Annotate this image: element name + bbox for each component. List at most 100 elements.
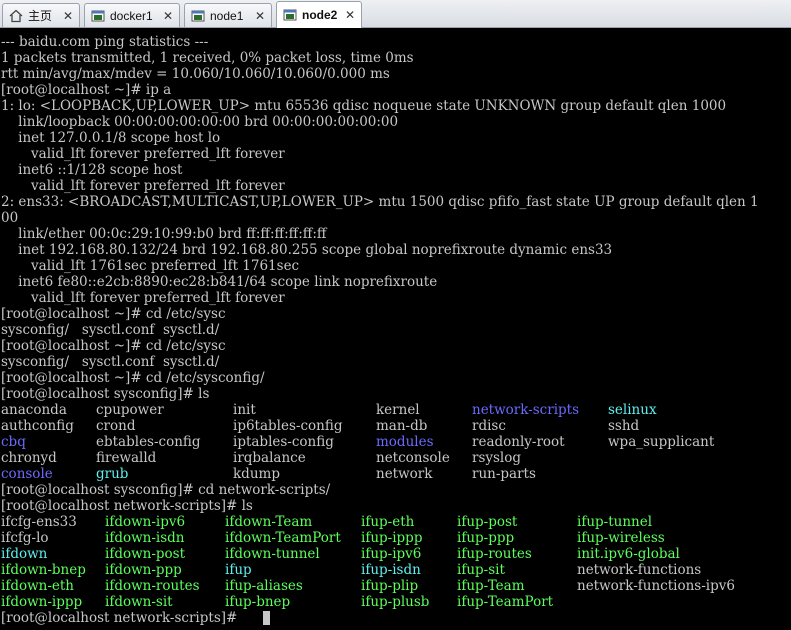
- ls-entry: ifup-ppp: [457, 530, 515, 546]
- close-icon[interactable]: ✕: [161, 9, 175, 23]
- ls-entry: ifcfg-ens33: [1, 514, 77, 530]
- terminal-line: [root@localhost sysconfig]# ls: [1, 386, 210, 402]
- terminal-line: valid_lft forever preferred_lft forever: [1, 178, 285, 194]
- tab-label: docker1: [110, 8, 153, 23]
- ls-entry: ifup-routes: [457, 546, 532, 562]
- ls-entry: ifcfg-lo: [1, 530, 49, 546]
- terminal-line: sysconfig/ sysctl.conf sysctl.d/: [1, 354, 220, 370]
- tab-node2[interactable]: node2 ✕: [276, 1, 362, 28]
- home-icon: [9, 9, 23, 22]
- ls-entry: crond: [96, 418, 136, 434]
- ls-entry: kernel: [376, 402, 420, 418]
- ls-entry: ifdown-tunnel: [225, 546, 320, 562]
- terminal-line: inet6 ::1/128 scope host: [1, 162, 183, 178]
- terminal-line: valid_lft forever preferred_lft forever: [1, 290, 285, 306]
- ls-entry: modules: [376, 434, 434, 450]
- terminal-line: [root@localhost ~]# ip a: [1, 82, 172, 98]
- tab-bar: 主页 ✕ docker1 ✕ node1 ✕ node2 ✕: [0, 0, 791, 28]
- text-cursor: [263, 611, 270, 625]
- ls-entry: ifdown-eth: [1, 578, 75, 594]
- ls-entry: irqbalance: [233, 450, 306, 466]
- close-icon[interactable]: ✕: [343, 8, 357, 22]
- terminal-output[interactable]: --- baidu.com ping statistics --- 1 packe…: [0, 28, 791, 630]
- ls-entry: wpa_supplicant: [608, 434, 715, 450]
- ls-entry: ifdown-ippp: [1, 594, 83, 610]
- ls-entry: ifdown-TeamPort: [225, 530, 341, 546]
- terminal-line: --- baidu.com ping statistics ---: [1, 34, 209, 50]
- terminal-line: [root@localhost sysconfig]# cd network-s…: [1, 482, 331, 498]
- ls-entry: ifup-eth: [361, 514, 415, 530]
- ls-entry: cbq: [1, 434, 26, 450]
- ls-entry: ifup-aliases: [225, 578, 303, 594]
- close-icon[interactable]: ✕: [61, 9, 75, 23]
- ls-entry: man-db: [376, 418, 428, 434]
- ls-entry: ifup-sit: [457, 562, 505, 578]
- ls-entry: ifup-wireless: [577, 530, 665, 546]
- terminal-icon: [91, 10, 105, 21]
- tab-docker1[interactable]: docker1 ✕: [84, 3, 180, 27]
- terminal-line: 1: lo: <LOOPBACK,UP,LOWER_UP> mtu 65536 …: [1, 98, 727, 114]
- terminal-line: [root@localhost network-scripts]# ls: [1, 498, 253, 514]
- ls-entry: readonly-root: [472, 434, 565, 450]
- ls-entry: ifdown: [1, 546, 48, 562]
- ls-entry: init: [233, 402, 256, 418]
- terminal-line: link/loopback 00:00:00:00:00:00 brd 00:0…: [1, 114, 399, 130]
- terminal-line: [root@localhost ~]# cd /etc/sysc: [1, 338, 226, 354]
- ls-entry: ip6tables-config: [233, 418, 343, 434]
- ls-entry: chronyd: [1, 450, 57, 466]
- ls-entry: anaconda: [1, 402, 67, 418]
- ls-entry: selinux: [608, 402, 657, 418]
- ls-entry: iptables-config: [233, 434, 334, 450]
- ls-entry: ebtables-config: [96, 434, 201, 450]
- ls-entry: ifup-ipv6: [361, 546, 422, 562]
- ls-entry: rdisc: [472, 418, 506, 434]
- ls-entry: ifup-tunnel: [577, 514, 653, 530]
- ls-entry: authconfig: [1, 418, 74, 434]
- ls-entry: console: [1, 466, 53, 482]
- ls-entry: network: [376, 466, 433, 482]
- terminal-icon: [191, 10, 205, 21]
- terminal-line: 2: ens33: <BROADCAST,MULTICAST,UP,LOWER_…: [1, 194, 759, 210]
- ls-entry: ifdown-ppp: [105, 562, 182, 578]
- terminal-line: sysconfig/ sysctl.conf sysctl.d/: [1, 322, 220, 338]
- ls-entry: network-functions-ipv6: [577, 578, 735, 594]
- ls-entry: ifdown-sit: [105, 594, 173, 610]
- tab-label: 主页: [28, 9, 53, 23]
- ls-entry: ifup-Team: [457, 578, 525, 594]
- ls-entry: ifup-plusb: [361, 594, 430, 610]
- ls-entry: run-parts: [472, 466, 536, 482]
- terminal-line: 00: [1, 210, 19, 226]
- ls-entry: cpupower: [96, 402, 164, 418]
- tab-home[interactable]: 主页 ✕: [2, 3, 80, 27]
- ls-entry: ifup-isdn: [361, 562, 421, 578]
- ls-entry: init.ipv6-global: [577, 546, 680, 562]
- ls-entry: kdump: [233, 466, 280, 482]
- ls-entry: ifup-bnep: [225, 594, 291, 610]
- ls-entry: grub: [96, 466, 129, 482]
- ls-entry: ifup: [225, 562, 252, 578]
- ls-entry: ifdown-ipv6: [105, 514, 186, 530]
- tab-node1[interactable]: node1 ✕: [184, 3, 272, 27]
- ls-entry: ifdown-bnep: [1, 562, 86, 578]
- close-icon[interactable]: ✕: [253, 9, 267, 23]
- terminal-line: valid_lft forever preferred_lft forever: [1, 146, 285, 162]
- terminal-line: 1 packets transmitted, 1 received, 0% pa…: [1, 50, 414, 66]
- ls-entry: netconsole: [376, 450, 450, 466]
- ls-entry: network-scripts: [472, 402, 580, 418]
- terminal-line: link/ether 00:0c:29:10:99:b0 brd ff:ff:f…: [1, 226, 327, 242]
- ls-entry: firewalld: [96, 450, 157, 466]
- ls-entry: ifdown-isdn: [105, 530, 185, 546]
- tab-label: node2: [302, 8, 338, 22]
- ls-entry: ifdown-routes: [105, 578, 200, 594]
- terminal-line: valid_lft 1761sec preferred_lft 1761sec: [1, 258, 300, 274]
- terminal-line: inet 127.0.0.1/8 scope host lo: [1, 130, 221, 146]
- ls-entry: ifup-ippp: [361, 530, 423, 546]
- terminal-line: [root@localhost ~]# cd /etc/sysconfig/: [1, 370, 265, 386]
- terminal-icon: [283, 9, 297, 21]
- ls-entry: sshd: [608, 418, 640, 434]
- terminal-line: rtt min/avg/max/mdev = 10.060/10.060/10.…: [1, 66, 390, 82]
- tab-label: node1: [210, 8, 244, 23]
- command-prompt: [root@localhost network-scripts]#: [1, 610, 242, 626]
- ls-entry: network-functions: [577, 562, 702, 578]
- ls-entry: ifdown-Team: [225, 514, 313, 530]
